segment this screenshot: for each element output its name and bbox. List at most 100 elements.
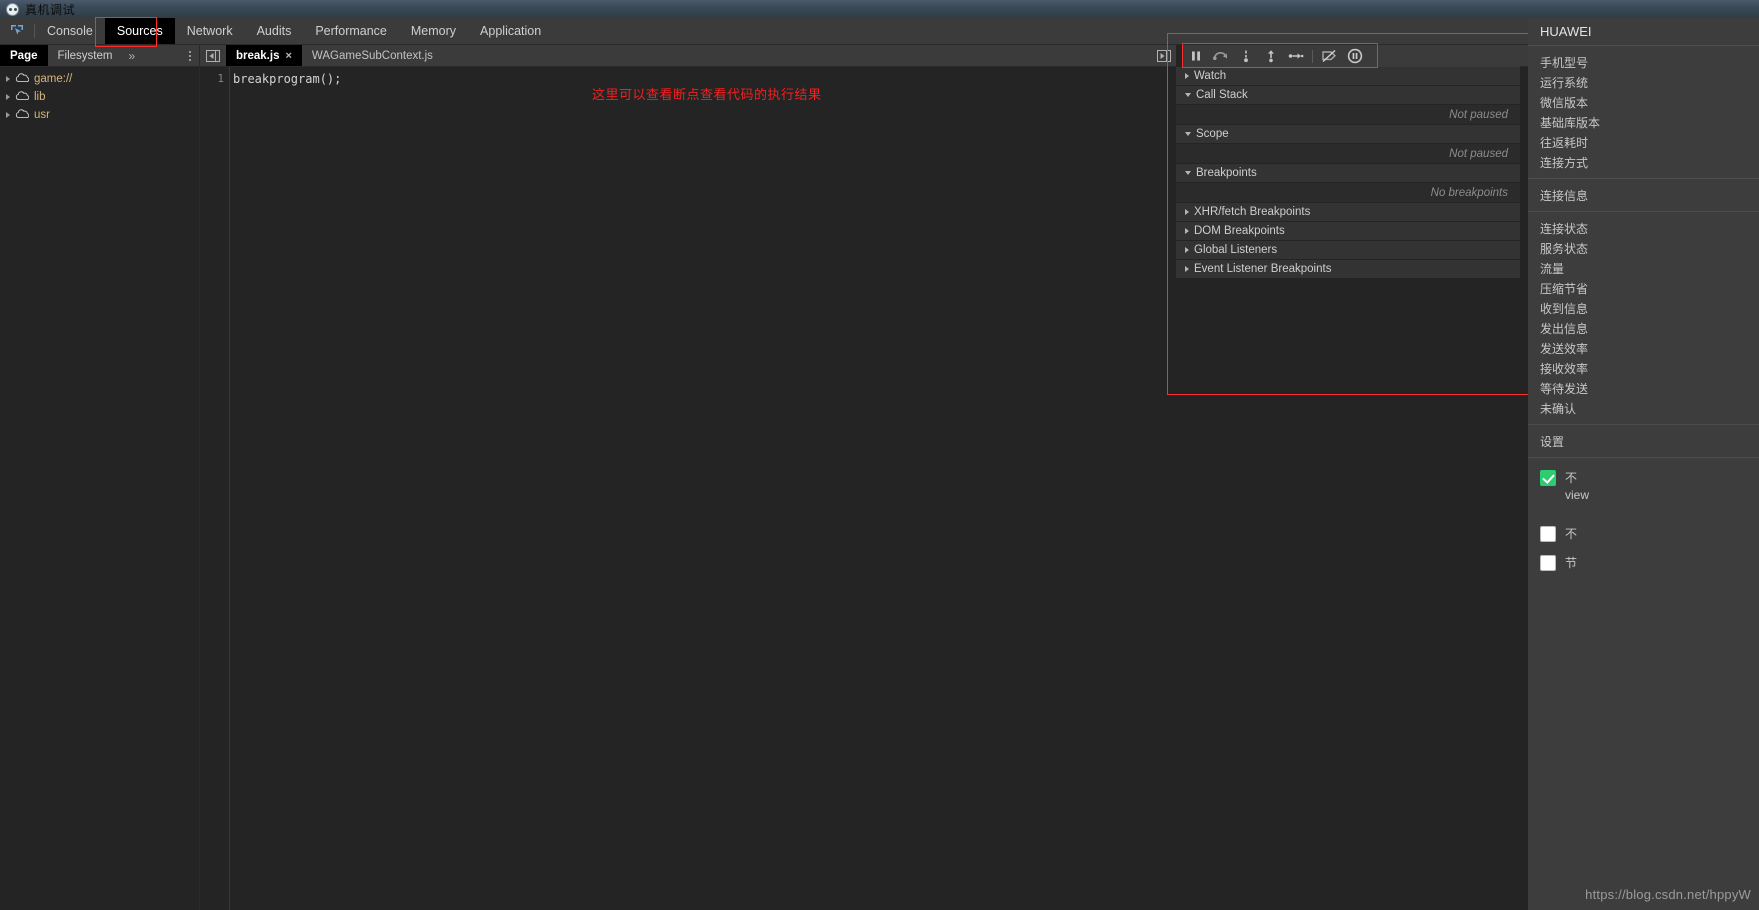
setting-label: 节 (1565, 556, 1578, 570)
section-watch[interactable]: Watch (1176, 67, 1520, 86)
close-icon[interactable]: × (285, 50, 291, 62)
code-line-1: breakprogram(); (233, 72, 342, 86)
settings-group: 不 view 不 节 (1528, 458, 1759, 582)
tab-application[interactable]: Application (468, 18, 553, 44)
chevron-right-icon (1185, 228, 1189, 234)
watermark-text: https://blog.csdn.net/hppyW (1585, 887, 1751, 902)
connection-info-row: 服务状态 (1540, 241, 1589, 256)
debugger-toolbar (1183, 45, 1520, 67)
connection-info-row: 发出信息 (1540, 321, 1589, 336)
expand-sidebar-icon[interactable] (1153, 47, 1175, 65)
tab-sources[interactable]: Sources (104, 18, 175, 44)
chevron-right-icon (1185, 266, 1189, 272)
tab-audits[interactable]: Audits (245, 18, 304, 44)
inspect-cursor-icon[interactable] (0, 18, 34, 44)
settings-title: 设置 (1540, 434, 1565, 449)
device-info-panel: HUAWEI 手机型号 运行系统 微信版本 基础库版本 往返耗时 连接方式 连接… (1528, 18, 1759, 910)
editor-tab-bar: break.js × WAGameSubContext.js (200, 45, 1759, 66)
nav-tab-filesystem[interactable]: Filesystem (48, 45, 123, 66)
line-number: 1 (217, 72, 224, 85)
tab-memory[interactable]: Memory (399, 18, 468, 44)
step-over-icon[interactable] (1208, 45, 1233, 67)
toolbar-divider (1312, 49, 1313, 63)
connection-info-row: 发送效率 (1540, 341, 1589, 356)
tab-console[interactable]: Console (35, 18, 105, 44)
checkbox-checked-icon[interactable] (1540, 470, 1556, 486)
checkbox-unchecked-icon[interactable] (1540, 555, 1556, 571)
device-info-row: 手机型号 (1540, 55, 1589, 70)
cloud-icon (15, 90, 30, 104)
section-dom-breakpoints[interactable]: DOM Breakpoints (1176, 222, 1520, 241)
section-scope[interactable]: Scope (1176, 125, 1520, 144)
checkbox-unchecked-icon[interactable] (1540, 526, 1556, 542)
connection-info-title: 连接信息 (1540, 188, 1589, 203)
editor-tab-label: break.js (236, 49, 280, 62)
section-global-listeners[interactable]: Global Listeners (1176, 241, 1520, 260)
section-label: Scope (1196, 128, 1229, 140)
connection-info-row: 接收效率 (1540, 361, 1589, 376)
section-label: Watch (1194, 70, 1227, 82)
code-editor[interactable]: 1 breakprogram(); (200, 67, 1168, 910)
step-icon[interactable] (1283, 45, 1308, 67)
devtools-tabs: Console Sources Network Audits Performan… (35, 18, 553, 44)
section-xhr-fetch-breakpoints[interactable]: XHR/fetch Breakpoints (1176, 203, 1520, 222)
tree-item-label: usr (34, 109, 50, 121)
step-out-icon[interactable] (1258, 45, 1283, 67)
connection-info-title-group: 连接信息 (1528, 179, 1759, 212)
device-info-row: 微信版本 (1540, 95, 1589, 110)
collapse-sidebar-icon[interactable] (200, 45, 226, 66)
navigator-kebab-icon[interactable] (181, 45, 199, 66)
scope-empty-text: Not paused (1176, 144, 1520, 164)
step-into-icon[interactable] (1233, 45, 1258, 67)
nav-tab-page[interactable]: Page (0, 45, 48, 66)
device-info-row: 运行系统 (1540, 75, 1589, 90)
section-breakpoints[interactable]: Breakpoints (1176, 164, 1520, 183)
chevron-right-icon (6, 94, 10, 100)
cloud-icon (15, 72, 30, 86)
pause-on-exceptions-icon[interactable] (1342, 45, 1367, 67)
chevron-right-icon (6, 76, 10, 82)
chevron-right-icon (1185, 209, 1189, 215)
tree-item-usr[interactable]: usr (0, 106, 199, 124)
device-info-row: 往返耗时 (1540, 135, 1589, 150)
chevron-right-icon (1185, 73, 1189, 79)
setting-label: 不 view (1565, 471, 1590, 502)
setting-row[interactable]: 不 view (1528, 458, 1759, 504)
section-label: XHR/fetch Breakpoints (1194, 206, 1311, 218)
editor-tab-breakjs[interactable]: break.js × (226, 45, 302, 66)
deactivate-breakpoints-icon[interactable] (1317, 45, 1342, 67)
pause-icon[interactable] (1183, 45, 1208, 67)
connection-info-row: 等待发送 (1540, 381, 1589, 396)
connection-info-group: 连接状态 服务状态 流量 压缩节省 收到信息 发出信息 发送效率 接收效率 等待… (1528, 212, 1759, 425)
setting-row[interactable]: 不 (1528, 504, 1759, 543)
device-info-group: 手机型号 运行系统 微信版本 基础库版本 往返耗时 连接方式 (1528, 46, 1759, 179)
section-event-listener-breakpoints[interactable]: Event Listener Breakpoints (1176, 260, 1520, 279)
device-info-row: 连接方式 (1540, 155, 1589, 170)
editor-tab-wagamesubcontext[interactable]: WAGameSubContext.js (302, 45, 443, 66)
section-label: Event Listener Breakpoints (1194, 263, 1332, 275)
tree-item-label: lib (34, 91, 46, 103)
breakpoints-empty-text: No breakpoints (1176, 183, 1520, 203)
chevron-down-icon (1185, 93, 1191, 97)
connection-info-row: 压缩节省 (1540, 281, 1589, 296)
cloud-icon (15, 108, 30, 122)
section-call-stack[interactable]: Call Stack (1176, 86, 1520, 105)
chevron-down-icon (1185, 171, 1191, 175)
tree-item-game[interactable]: game:// (0, 70, 199, 88)
red-annotation-text: 这里可以查看断点查看代码的执行结果 (592, 88, 822, 103)
chevron-down-icon (1185, 132, 1191, 136)
file-navigator-tree: game:// lib usr (0, 67, 200, 910)
editor-gutter[interactable]: 1 (200, 67, 230, 910)
tab-network[interactable]: Network (175, 18, 245, 44)
setting-label: 不 (1565, 527, 1578, 541)
devtools-tab-bar: Console Sources Network Audits Performan… (0, 18, 1759, 45)
tab-performance[interactable]: Performance (303, 18, 399, 44)
navigator-more-icon[interactable]: » (122, 45, 141, 66)
call-stack-empty-text: Not paused (1176, 105, 1520, 125)
window-title-bar: 真机调试 (0, 0, 1759, 18)
device-panel-title: HUAWEI (1528, 18, 1759, 46)
section-label: Breakpoints (1196, 167, 1257, 179)
tree-item-lib[interactable]: lib (0, 88, 199, 106)
setting-row[interactable]: 节 (1528, 543, 1759, 572)
connection-info-row: 流量 (1540, 261, 1565, 276)
